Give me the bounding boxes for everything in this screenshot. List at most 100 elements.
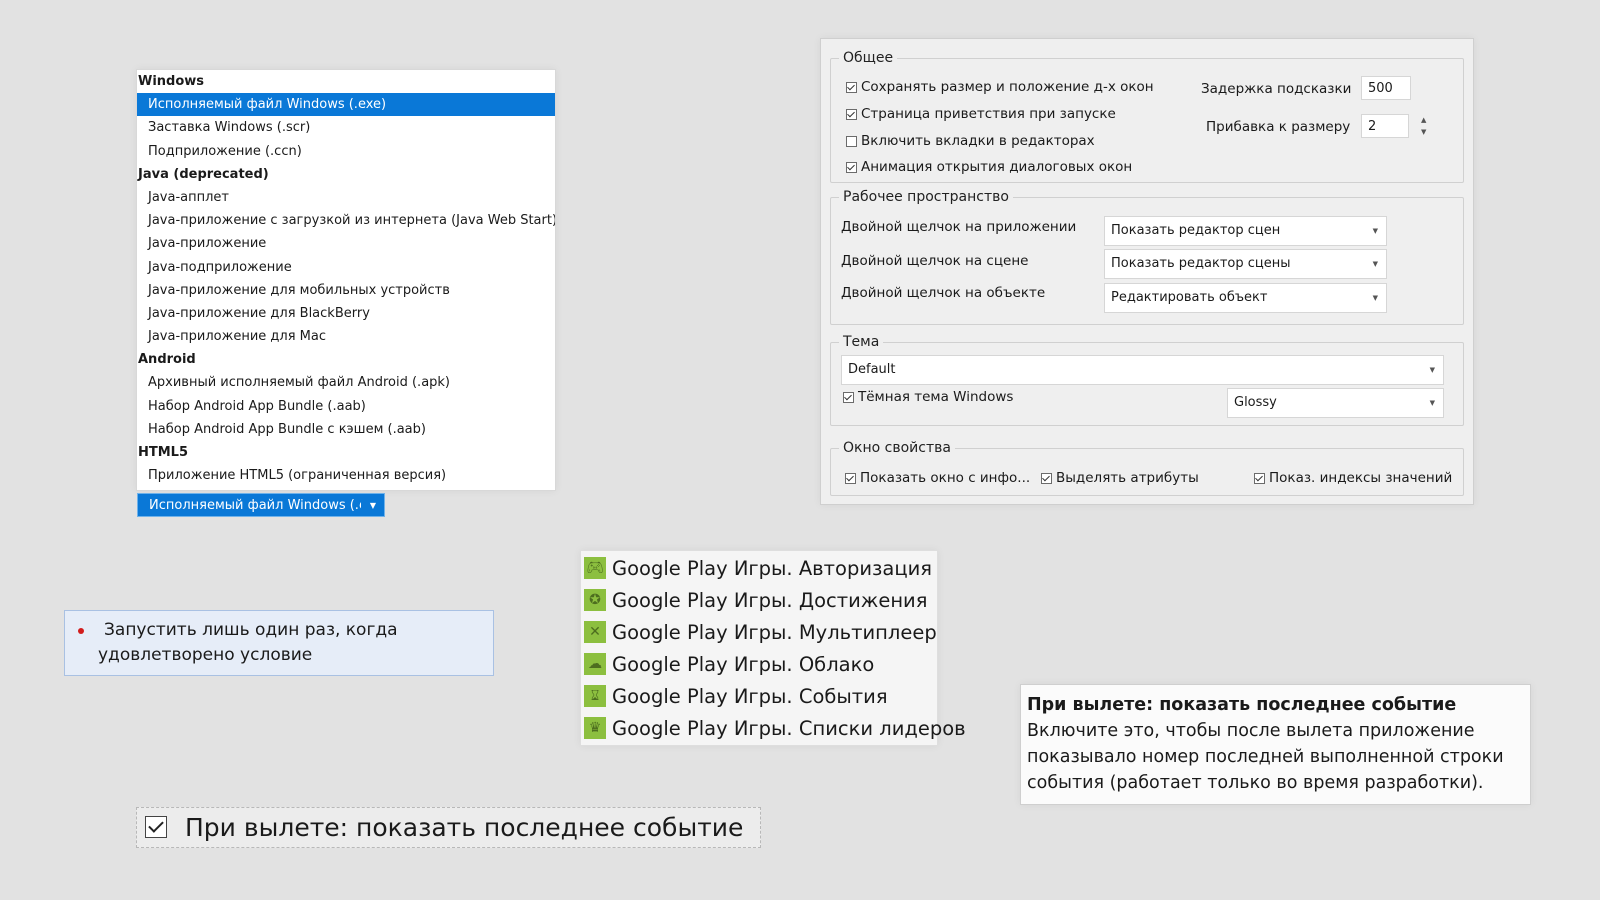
award-icon: ✪ (584, 589, 606, 611)
chevron-down-icon: ▼ (369, 501, 376, 510)
list-item[interactable]: Java-приложение для BlackBerry (137, 302, 555, 325)
list-item-label: Google Play Игры. Мультиплеер (612, 620, 937, 644)
combo-value: Исполняемый файл Windows (.e› (149, 498, 361, 513)
tooltip-title: При вылете: показать последнее событие (1027, 695, 1457, 715)
select-value: Показать редактор сцен (1111, 223, 1281, 238)
list-item[interactable]: ☁ Google Play Игры. Облако (584, 649, 874, 679)
list-item[interactable]: Подприложение (.ccn) (137, 140, 555, 163)
check-icon[interactable] (145, 816, 167, 838)
dbl-click-object-select[interactable]: Редактировать объект ▼ (1104, 283, 1387, 313)
bullet-dot-icon (78, 628, 84, 634)
tooltip: При вылете: показать последнее событие В… (1020, 684, 1531, 805)
list-item-label: Google Play Игры. Достижения (612, 588, 928, 612)
properties-window-group: Окно свойства Показать окно с инфо... Вы… (830, 439, 1464, 496)
dbl-click-app-label: Двойной щелчок на приложении (841, 219, 1077, 235)
workspace-group: Рабочее пространство Двойной щелчок на п… (830, 188, 1464, 325)
list-item[interactable]: Набор Android App Bundle с кэшем (.aab) (137, 418, 555, 441)
checkbox-box[interactable] (843, 391, 854, 403)
list-item[interactable]: Java-приложение (137, 232, 555, 255)
preferences-panel: Общее Сохранять размер и положение д-х о… (820, 38, 1474, 505)
list-item[interactable]: Java-апплет (137, 186, 555, 209)
select-value: Glossy (1234, 395, 1277, 410)
list-item[interactable]: Java-приложение для мобильных устройств (137, 279, 555, 302)
crash-show-last-event-checkbox[interactable]: При вылете: показать последнее событие (136, 807, 761, 848)
dbl-click-object-label: Двойной щелчок на объекте (841, 285, 1046, 301)
gamepad-icon: 🎮︎ (584, 557, 606, 579)
checkbox-box[interactable] (846, 108, 857, 120)
select-value: Default (848, 362, 896, 377)
checkbox-label: Тёмная тема Windows (858, 389, 1014, 405)
checkbox-label: Страница приветствия при запуске (861, 106, 1116, 122)
crossed-swords-icon: ✕ (584, 621, 606, 643)
list-item-label: Google Play Игры. Авторизация (612, 556, 932, 580)
checkbox-box[interactable] (846, 135, 857, 147)
dbl-click-scene-label: Двойной щелчок на сцене (841, 253, 1029, 269)
select-value: Редактировать объект (1111, 290, 1268, 305)
list-item[interactable]: ♛ Google Play Игры. Списки лидеров (584, 713, 966, 743)
theme-select[interactable]: Default ▼ (841, 355, 1444, 385)
list-item[interactable]: Архивный исполняемый файл Android (.apk) (137, 371, 555, 394)
theme-style-select[interactable]: Glossy ▼ (1227, 388, 1444, 418)
show-info-checkbox[interactable]: Показать окно с инфо... (845, 469, 1030, 487)
list-item[interactable]: Java-приложение с загрузкой из интернета… (137, 209, 555, 232)
list-item[interactable]: Набор Android App Bundle (.aab) (137, 395, 555, 418)
highlight-attributes-checkbox[interactable]: Выделять атрибуты (1041, 469, 1199, 487)
list-item[interactable]: ⌛︎ Google Play Игры. События (584, 681, 888, 711)
select-value: Показать редактор сцены (1111, 256, 1291, 271)
run-once-condition[interactable]: Запустить лишь один раз, когда удовлетво… (64, 610, 494, 676)
list-item[interactable]: Приложение HTML5 (ограниченная версия) (137, 464, 555, 487)
list-item[interactable]: ✪ Google Play Игры. Достижения (584, 585, 927, 615)
export-type-combo[interactable]: Исполняемый файл Windows (.e› ▼ (137, 493, 385, 517)
dark-theme-checkbox[interactable]: Тёмная тема Windows (843, 388, 1013, 406)
show-value-indexes-checkbox[interactable]: Показ. индексы значений (1254, 469, 1452, 487)
checkbox-box[interactable] (846, 81, 857, 93)
checkbox-label: Анимация открытия диалоговых окон (861, 159, 1133, 175)
checkbox-box[interactable] (846, 161, 857, 173)
chevron-down-icon: ▼ (1429, 366, 1435, 374)
hourglass-icon: ⌛︎ (584, 685, 606, 707)
spin-down-icon[interactable]: ▼ (1421, 127, 1426, 137)
checkbox-box[interactable] (845, 472, 856, 484)
list-item[interactable]: 🎮︎ Google Play Игры. Авторизация (584, 553, 932, 583)
editor-tabs-checkbox[interactable]: Включить вкладки в редакторах (846, 132, 1095, 150)
list-item-label: Google Play Игры. События (612, 684, 888, 708)
chevron-down-icon: ▼ (1372, 227, 1378, 235)
list-item[interactable]: ✕ Google Play Игры. Мультиплеер (584, 617, 937, 647)
tooltip-delay-label: Задержка подсказки (1201, 81, 1352, 97)
general-group: Общее Сохранять размер и положение д-х о… (830, 49, 1464, 183)
dbl-click-app-select[interactable]: Показать редактор сцен ▼ (1104, 216, 1387, 246)
tooltip-delay-input[interactable]: 500 (1361, 76, 1411, 100)
checkbox-box[interactable] (1041, 472, 1052, 484)
checkbox-label: Сохранять размер и положение д-х окон (861, 79, 1154, 95)
theme-group: Тема Default ▼ Тёмная тема Windows Gloss… (830, 333, 1464, 426)
size-increment-label: Прибавка к размеру (1206, 119, 1351, 135)
save-window-size-checkbox[interactable]: Сохранять размер и положение д-х окон (846, 78, 1154, 96)
google-play-objects-list: 🎮︎ Google Play Игры. Авторизация ✪ Googl… (580, 550, 966, 746)
checkbox-box[interactable] (1254, 472, 1265, 484)
checkbox-label: Показать окно с инфо... (860, 470, 1031, 486)
group-title: Рабочее пространство (839, 188, 1013, 206)
cloud-icon: ☁ (584, 653, 606, 675)
group-header: HTML5 (138, 445, 189, 460)
size-increment-input[interactable]: 2 (1361, 114, 1409, 138)
list-item-label: Google Play Игры. Списки лидеров (612, 716, 966, 740)
list-item[interactable]: Исполняемый файл Windows (.exe) (137, 93, 555, 117)
group-header: Android (138, 352, 196, 368)
spin-up-icon[interactable]: ▲ (1421, 115, 1426, 125)
list-item-label: Google Play Игры. Облако (612, 652, 875, 676)
list-item[interactable]: Заставка Windows (.scr) (137, 116, 555, 139)
condition-text-line2: удовлетворено условие (98, 645, 313, 665)
dialog-animation-checkbox[interactable]: Анимация открытия диалоговых окон (846, 158, 1132, 176)
dbl-click-scene-select[interactable]: Показать редактор сцены ▼ (1104, 249, 1387, 279)
group-title: Тема (839, 333, 884, 351)
list-item[interactable]: Java-приложение для Mac (137, 325, 555, 348)
checkbox-label: Включить вкладки в редакторах (861, 133, 1095, 149)
chevron-down-icon: ▼ (1372, 260, 1378, 268)
list-item[interactable]: Java-подприложение (137, 256, 555, 279)
chevron-down-icon: ▼ (1429, 399, 1435, 407)
group-header: Windows (138, 74, 205, 89)
condition-text-line1: Запустить лишь один раз, когда (104, 620, 398, 640)
welcome-page-checkbox[interactable]: Страница приветствия при запуске (846, 105, 1116, 123)
export-target-list[interactable]: Windows Исполняемый файл Windows (.exe) … (136, 69, 556, 491)
group-title: Общее (839, 49, 898, 67)
